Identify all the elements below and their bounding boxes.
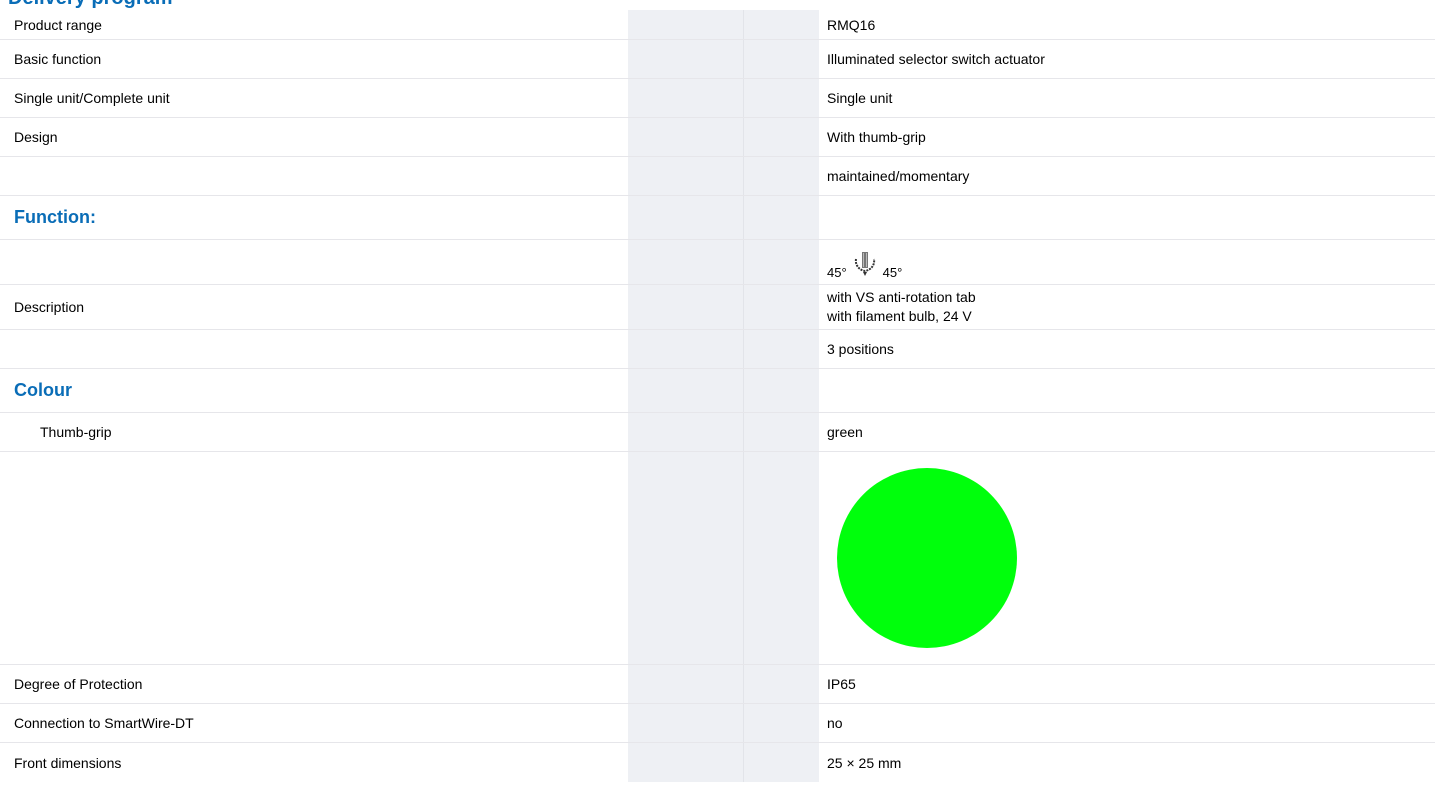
row-value: 3 positions: [827, 341, 894, 357]
table-row: Description with VS anti-rotation tab wi…: [0, 285, 1435, 330]
row-label: Connection to SmartWire-DT: [14, 715, 194, 731]
table-row: maintained/momentary: [0, 157, 1435, 196]
row-label: Thumb-grip: [40, 424, 112, 440]
section-heading-colour: Colour: [14, 380, 72, 400]
switch-positions: 45° 45°: [827, 245, 902, 280]
row-label: Design: [14, 129, 58, 145]
spec-table: Product range RMQ16 Basic function Illum…: [0, 10, 1435, 782]
angle-right-label: 45°: [882, 264, 903, 280]
row-label: Single unit/Complete unit: [14, 90, 170, 106]
row-value: With thumb-grip: [827, 129, 926, 145]
table-row: Thumb-grip green: [0, 413, 1435, 452]
table-row: [0, 452, 1435, 665]
section-heading-function: Function:: [14, 207, 96, 227]
table-row: Design With thumb-grip: [0, 118, 1435, 157]
table-row: Degree of Protection IP65: [0, 665, 1435, 704]
table-row: Basic function Illuminated selector swit…: [0, 40, 1435, 79]
row-value: Single unit: [827, 90, 893, 106]
row-value: 25 × 25 mm: [827, 754, 902, 771]
selector-switch-icon: [853, 251, 877, 280]
row-label: Basic function: [14, 51, 102, 67]
section-row: Function:: [0, 196, 1435, 240]
row-value: RMQ16: [827, 16, 876, 33]
table-row: Single unit/Complete unit Single unit: [0, 79, 1435, 118]
table-row: 45° 45°: [0, 240, 1435, 285]
row-value: no: [827, 715, 843, 731]
angle-left-label: 45°: [827, 264, 847, 280]
row-label: [0, 240, 628, 284]
page-title: Delivery program: [0, 0, 1435, 10]
row-value: green: [827, 424, 863, 440]
table-row: Product range RMQ16: [0, 10, 1435, 40]
row-label: Degree of Protection: [14, 676, 143, 692]
row-label: Description: [14, 299, 85, 315]
row-label: Product range: [14, 16, 102, 33]
row-label: [0, 330, 628, 368]
description-line: with VS anti-rotation tab: [827, 289, 976, 305]
table-row: Front dimensions 25 × 25 mm: [0, 743, 1435, 782]
row-value: maintained/momentary: [827, 168, 970, 184]
description-line: with filament bulb, 24 V: [827, 308, 972, 324]
colour-swatch: [837, 468, 1017, 648]
row-value: IP65: [827, 676, 856, 692]
section-row: Colour: [0, 369, 1435, 413]
table-row: Connection to SmartWire-DT no: [0, 704, 1435, 743]
row-value: Illuminated selector switch actuator: [827, 51, 1045, 67]
table-row: 3 positions: [0, 330, 1435, 369]
row-label: Front dimensions: [14, 754, 122, 771]
row-label: [0, 157, 628, 195]
